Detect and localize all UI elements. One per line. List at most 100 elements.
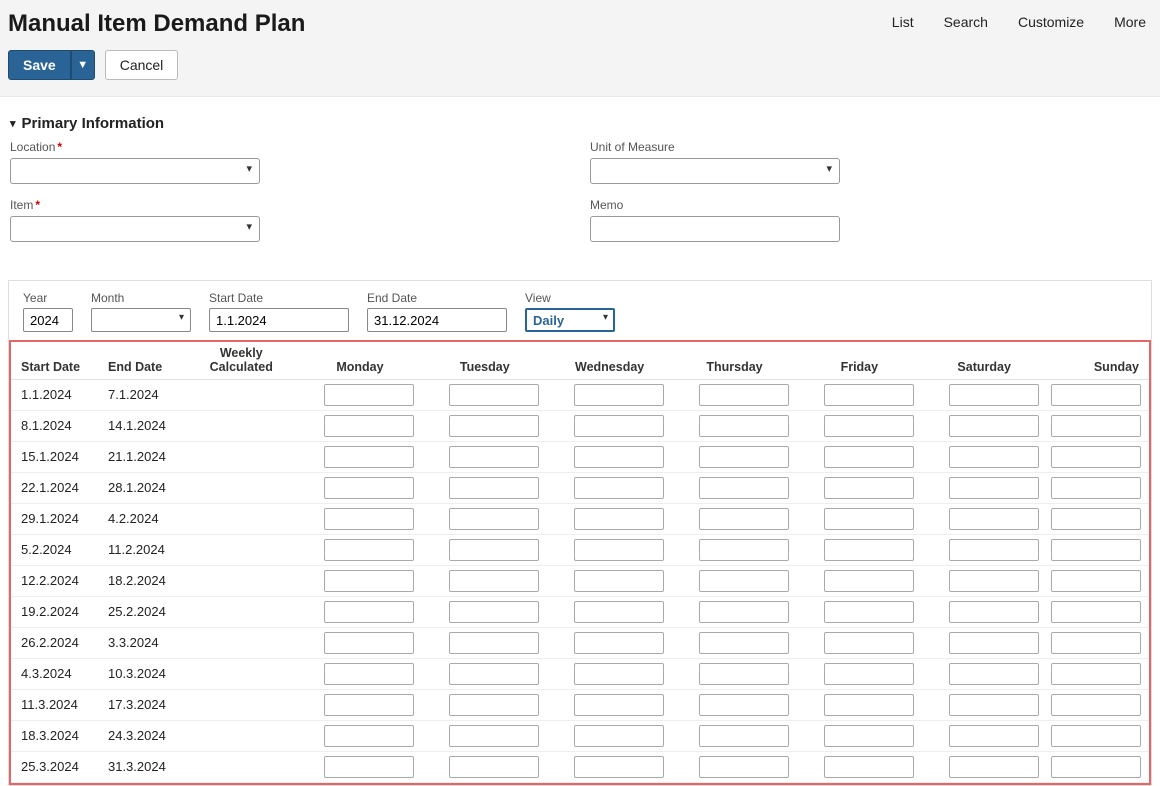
section-primary-information[interactable]: ▾ Primary Information bbox=[0, 97, 1160, 140]
input-tuesday[interactable] bbox=[449, 508, 539, 530]
save-button[interactable]: Save bbox=[8, 50, 71, 80]
input-wednesday[interactable] bbox=[574, 508, 664, 530]
input-thursday[interactable] bbox=[699, 756, 789, 778]
input-friday[interactable] bbox=[824, 601, 914, 623]
input-sunday[interactable] bbox=[1051, 694, 1141, 716]
cancel-button[interactable]: Cancel bbox=[105, 50, 179, 80]
input-friday[interactable] bbox=[824, 539, 914, 561]
input-sunday[interactable] bbox=[1051, 415, 1141, 437]
input-tuesday[interactable] bbox=[449, 756, 539, 778]
input-wednesday[interactable] bbox=[574, 446, 664, 468]
input-tuesday[interactable] bbox=[449, 725, 539, 747]
input-tuesday[interactable] bbox=[449, 601, 539, 623]
input-thursday[interactable] bbox=[699, 601, 789, 623]
input-tuesday[interactable] bbox=[449, 415, 539, 437]
input-saturday[interactable] bbox=[949, 663, 1039, 685]
input-sunday[interactable] bbox=[1051, 384, 1141, 406]
input-friday[interactable] bbox=[824, 415, 914, 437]
input-thursday[interactable] bbox=[699, 446, 789, 468]
start-date-input[interactable] bbox=[209, 308, 349, 332]
input-sunday[interactable] bbox=[1051, 508, 1141, 530]
item-select[interactable] bbox=[10, 216, 260, 242]
input-thursday[interactable] bbox=[699, 477, 789, 499]
input-sunday[interactable] bbox=[1051, 570, 1141, 592]
input-tuesday[interactable] bbox=[449, 663, 539, 685]
input-friday[interactable] bbox=[824, 508, 914, 530]
input-monday[interactable] bbox=[324, 415, 414, 437]
input-monday[interactable] bbox=[324, 384, 414, 406]
input-saturday[interactable] bbox=[949, 570, 1039, 592]
input-wednesday[interactable] bbox=[574, 756, 664, 778]
action-more[interactable]: More bbox=[1114, 14, 1146, 30]
input-monday[interactable] bbox=[324, 756, 414, 778]
input-monday[interactable] bbox=[324, 694, 414, 716]
input-sunday[interactable] bbox=[1051, 539, 1141, 561]
input-monday[interactable] bbox=[324, 539, 414, 561]
input-saturday[interactable] bbox=[949, 415, 1039, 437]
input-wednesday[interactable] bbox=[574, 384, 664, 406]
input-wednesday[interactable] bbox=[574, 601, 664, 623]
input-wednesday[interactable] bbox=[574, 539, 664, 561]
input-thursday[interactable] bbox=[699, 570, 789, 592]
month-select[interactable] bbox=[91, 308, 191, 332]
memo-input[interactable] bbox=[590, 216, 840, 242]
input-monday[interactable] bbox=[324, 446, 414, 468]
input-sunday[interactable] bbox=[1051, 725, 1141, 747]
input-tuesday[interactable] bbox=[449, 694, 539, 716]
input-saturday[interactable] bbox=[949, 446, 1039, 468]
input-saturday[interactable] bbox=[949, 725, 1039, 747]
input-wednesday[interactable] bbox=[574, 477, 664, 499]
input-friday[interactable] bbox=[824, 632, 914, 654]
input-thursday[interactable] bbox=[699, 632, 789, 654]
input-saturday[interactable] bbox=[949, 756, 1039, 778]
input-sunday[interactable] bbox=[1051, 477, 1141, 499]
input-monday[interactable] bbox=[324, 663, 414, 685]
input-saturday[interactable] bbox=[949, 632, 1039, 654]
input-friday[interactable] bbox=[824, 384, 914, 406]
input-monday[interactable] bbox=[324, 725, 414, 747]
input-monday[interactable] bbox=[324, 601, 414, 623]
input-thursday[interactable] bbox=[699, 663, 789, 685]
input-friday[interactable] bbox=[824, 570, 914, 592]
input-saturday[interactable] bbox=[949, 384, 1039, 406]
input-saturday[interactable] bbox=[949, 601, 1039, 623]
end-date-input[interactable] bbox=[367, 308, 507, 332]
input-thursday[interactable] bbox=[699, 508, 789, 530]
input-saturday[interactable] bbox=[949, 508, 1039, 530]
action-customize[interactable]: Customize bbox=[1018, 14, 1084, 30]
input-friday[interactable] bbox=[824, 694, 914, 716]
input-sunday[interactable] bbox=[1051, 632, 1141, 654]
view-select[interactable] bbox=[525, 308, 615, 332]
input-sunday[interactable] bbox=[1051, 601, 1141, 623]
action-list[interactable]: List bbox=[892, 14, 914, 30]
action-search[interactable]: Search bbox=[944, 14, 988, 30]
input-friday[interactable] bbox=[824, 663, 914, 685]
input-wednesday[interactable] bbox=[574, 725, 664, 747]
input-thursday[interactable] bbox=[699, 415, 789, 437]
input-monday[interactable] bbox=[324, 477, 414, 499]
location-select[interactable] bbox=[10, 158, 260, 184]
input-saturday[interactable] bbox=[949, 477, 1039, 499]
input-sunday[interactable] bbox=[1051, 446, 1141, 468]
input-tuesday[interactable] bbox=[449, 477, 539, 499]
input-friday[interactable] bbox=[824, 725, 914, 747]
input-sunday[interactable] bbox=[1051, 663, 1141, 685]
input-friday[interactable] bbox=[824, 446, 914, 468]
input-thursday[interactable] bbox=[699, 384, 789, 406]
input-tuesday[interactable] bbox=[449, 570, 539, 592]
input-monday[interactable] bbox=[324, 570, 414, 592]
input-thursday[interactable] bbox=[699, 694, 789, 716]
input-saturday[interactable] bbox=[949, 694, 1039, 716]
input-sunday[interactable] bbox=[1051, 756, 1141, 778]
input-wednesday[interactable] bbox=[574, 663, 664, 685]
uom-select[interactable] bbox=[590, 158, 840, 184]
save-dropdown-button[interactable]: ▼ bbox=[71, 50, 95, 80]
input-wednesday[interactable] bbox=[574, 694, 664, 716]
year-input[interactable] bbox=[23, 308, 73, 332]
input-tuesday[interactable] bbox=[449, 446, 539, 468]
input-tuesday[interactable] bbox=[449, 632, 539, 654]
input-tuesday[interactable] bbox=[449, 539, 539, 561]
input-wednesday[interactable] bbox=[574, 415, 664, 437]
input-friday[interactable] bbox=[824, 477, 914, 499]
input-wednesday[interactable] bbox=[574, 632, 664, 654]
